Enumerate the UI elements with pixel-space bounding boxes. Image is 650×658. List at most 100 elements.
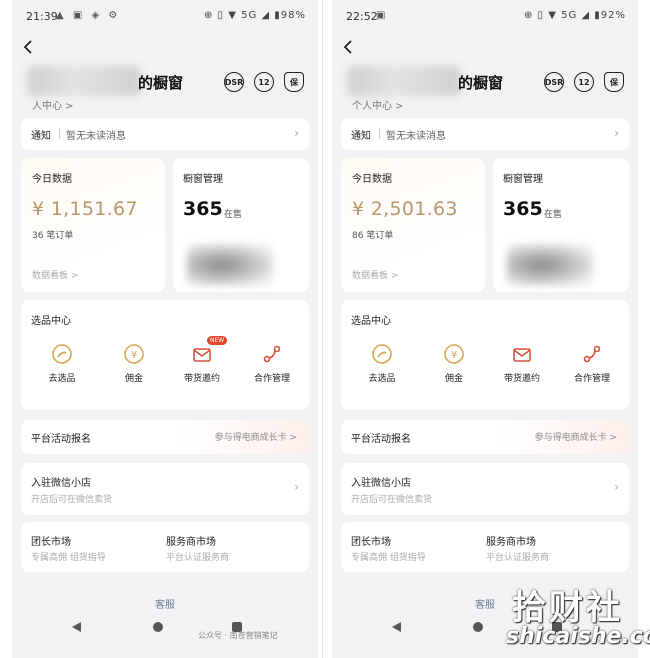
wechat-shop-subtitle: 开店后可在微信卖货: [351, 495, 433, 505]
activity-promo-text: 参与得电商成长卡 >: [534, 433, 617, 443]
selection-center-title: 选品中心: [31, 316, 71, 327]
site-watermark-name: 拾财社: [512, 588, 623, 628]
status-right-icons: ⊕ ▯ ▼ 5G ◢ ▮92%: [524, 10, 626, 21]
dsr-icon[interactable]: DSR: [544, 72, 564, 92]
notification-icons: ▲ ▣ ◈ ⚙: [56, 10, 121, 21]
wechat-shop-subtitle: 开店后可在微信卖货: [31, 495, 113, 505]
select-products-button[interactable]: 去选品: [351, 342, 413, 384]
chevron-right-icon: ›: [614, 126, 619, 140]
service-market-title[interactable]: 服务商市场: [166, 533, 216, 548]
today-sales-amount: ¥ 2,501.63: [352, 198, 458, 220]
score-icon[interactable]: 12: [254, 72, 274, 92]
service-market-subtitle: 平台认证服务商: [486, 553, 550, 563]
today-order-count: 36 笔订单: [32, 231, 74, 241]
selection-center-title: 选品中心: [351, 316, 391, 327]
today-data-title: 今日数据: [352, 174, 392, 185]
window-management-title: 橱窗管理: [503, 174, 543, 185]
wechat-shop-row[interactable]: 入驻微信小店 开店后可在微信卖货 ›: [21, 463, 309, 515]
wechat-shop-row[interactable]: 入驻微信小店 开店后可在微信卖货 ›: [341, 463, 629, 515]
window-management-card[interactable]: 橱窗管理 365 在售: [173, 158, 309, 292]
notice-label: 通知: [31, 131, 51, 142]
nav-back-icon[interactable]: [72, 622, 81, 632]
blurred-product-image: [507, 244, 593, 286]
nav-home-icon[interactable]: [473, 622, 483, 632]
sales-invitation-button[interactable]: 带货邀约: [491, 342, 553, 384]
back-arrow-icon[interactable]: [22, 38, 42, 60]
svg-text:¥: ¥: [451, 350, 457, 361]
sales-invitation-label: 带货邀约: [183, 374, 220, 384]
data-dashboard-link[interactable]: 数据看板 >: [32, 268, 78, 281]
platform-activity-row[interactable]: 平台活动报名 参与得电商成长卡 >: [341, 420, 629, 454]
window-management-card[interactable]: 橱窗管理 365 在售: [493, 158, 629, 292]
select-products-icon: [52, 344, 72, 364]
sales-invitation-button[interactable]: NEW 带货邀约: [171, 336, 233, 384]
nav-back-icon[interactable]: [392, 622, 401, 632]
guarantee-shield-icon[interactable]: 保: [604, 72, 624, 92]
notice-separator: [379, 128, 380, 139]
personal-center-link[interactable]: 人中心 >: [32, 97, 74, 112]
wechat-shop-title: 入驻微信小店: [31, 478, 91, 489]
platform-activity-row[interactable]: 平台活动报名 参与得电商成长卡 >: [21, 420, 309, 454]
markets-row: 团长市场 专属高佣 组货指导 服务商市场 平台认证服务商: [341, 522, 629, 572]
score-icon[interactable]: 12: [574, 72, 594, 92]
today-data-card[interactable]: 今日数据 ¥ 1,151.67 36 笔订单 数据看板 >: [21, 158, 165, 292]
on-sale-count: 365: [503, 198, 543, 220]
shop-title: 的橱窗: [138, 74, 184, 92]
notice-bar[interactable]: 通知 暂无未读消息 ›: [341, 118, 629, 150]
service-market-subtitle: 平台认证服务商: [166, 553, 230, 563]
blurred-shop-name: [28, 66, 140, 96]
blurred-shop-name: [348, 66, 460, 96]
cooperation-management-button[interactable]: 合作管理: [241, 342, 303, 384]
status-time: 22:52: [346, 10, 378, 23]
notice-text: 暂无未读消息: [66, 131, 126, 142]
svg-text:¥: ¥: [131, 350, 137, 361]
back-arrow-icon[interactable]: [342, 38, 362, 60]
phone-screen-left: 21:39 ▲ ▣ ◈ ⚙ ⊕ ▯ ▼ 5G ◢ ▮98% 的橱窗 人中心 > …: [12, 0, 318, 658]
notice-bar[interactable]: 通知 暂无未读消息 ›: [21, 118, 309, 150]
markets-row: 团长市场 专属高佣 组货指导 服务商市场 平台认证服务商: [21, 522, 309, 572]
screenshot-divider: [322, 0, 323, 658]
commission-label: 佣金: [444, 374, 463, 384]
select-products-button[interactable]: 去选品: [31, 342, 93, 384]
site-watermark-domain: shicaishe.com: [506, 624, 650, 649]
notice-label: 通知: [351, 131, 371, 142]
chevron-right-icon: ›: [294, 126, 299, 140]
chevron-right-icon: ›: [614, 480, 619, 494]
yen-coin-icon: ¥: [124, 344, 144, 364]
new-badge: NEW: [207, 336, 228, 345]
cooperation-icon: [583, 345, 601, 363]
data-dashboard-link[interactable]: 数据看板 >: [352, 268, 398, 281]
select-products-label: 去选品: [48, 374, 76, 384]
leader-market-title[interactable]: 团长市场: [351, 533, 391, 548]
notice-separator: [59, 128, 60, 139]
envelope-icon: [513, 348, 531, 362]
wechat-shop-title: 入驻微信小店: [351, 478, 411, 489]
chevron-right-icon: ›: [294, 480, 299, 494]
personal-center-link[interactable]: 个人中心 >: [352, 97, 404, 112]
dsr-icon[interactable]: DSR: [224, 72, 244, 92]
service-market-title[interactable]: 服务商市场: [486, 533, 536, 548]
nav-home-icon[interactable]: [153, 622, 163, 632]
today-order-count: 86 笔订单: [352, 231, 394, 241]
cooperation-management-label: 合作管理: [253, 374, 290, 384]
select-products-icon: [372, 344, 392, 364]
select-products-label: 去选品: [368, 374, 396, 384]
activity-label: 平台活动报名: [31, 434, 91, 445]
wechat-account-watermark: 公众号 · 南苍营销笔记: [198, 631, 278, 640]
yen-coin-icon: ¥: [444, 344, 464, 364]
on-sale-unit: 在售: [224, 210, 243, 220]
commission-button[interactable]: ¥ 佣金: [423, 342, 485, 384]
cooperation-management-button[interactable]: 合作管理: [561, 342, 623, 384]
leader-market-title[interactable]: 团长市场: [31, 533, 71, 548]
cooperation-management-label: 合作管理: [573, 374, 610, 384]
leader-market-subtitle: 专属高佣 组货指导: [31, 553, 106, 563]
status-bar: 21:39 ▲ ▣ ◈ ⚙ ⊕ ▯ ▼ 5G ◢ ▮98%: [12, 8, 318, 26]
customer-service-link[interactable]: 客服: [12, 596, 318, 611]
phone-screen-right: 22:52 ▣ ⊕ ▯ ▼ 5G ◢ ▮92% 的橱窗 个人中心 > DSR 1…: [332, 0, 638, 658]
blurred-product-image: [187, 244, 273, 286]
today-data-card[interactable]: 今日数据 ¥ 2,501.63 86 笔订单 数据看板 >: [341, 158, 485, 292]
activity-promo-text: 参与得电商成长卡 >: [214, 433, 297, 443]
notice-text: 暂无未读消息: [386, 131, 446, 142]
commission-button[interactable]: ¥ 佣金: [103, 342, 165, 384]
guarantee-shield-icon[interactable]: 保: [284, 72, 304, 92]
